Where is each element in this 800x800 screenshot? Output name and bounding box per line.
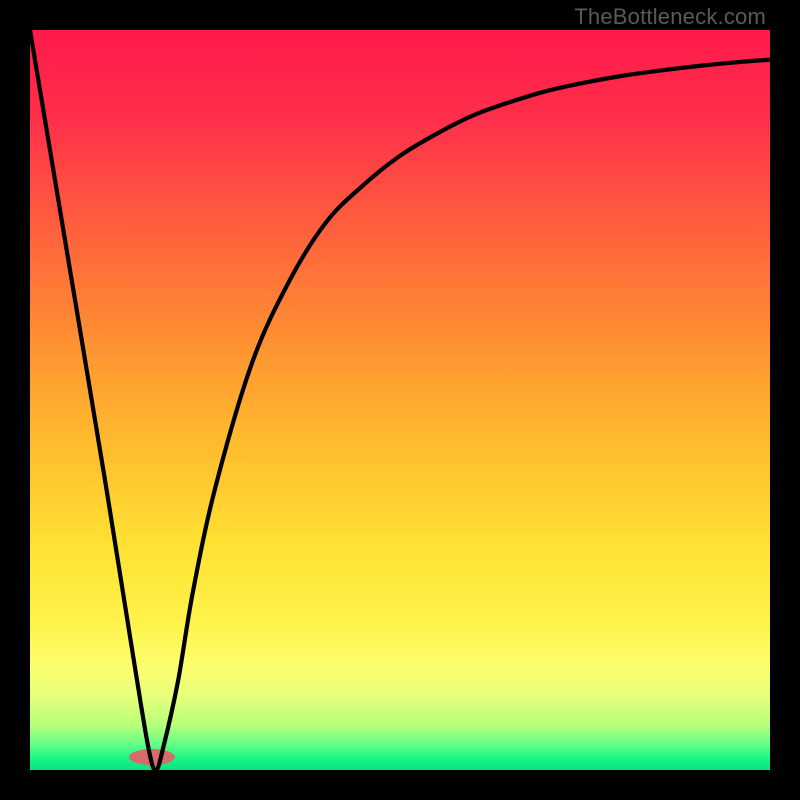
curve-layer	[30, 30, 770, 770]
plot-area	[30, 30, 770, 770]
watermark-text: TheBottleneck.com	[574, 4, 766, 30]
chart-frame: TheBottleneck.com	[0, 0, 800, 800]
bottleneck-curve	[30, 30, 770, 770]
